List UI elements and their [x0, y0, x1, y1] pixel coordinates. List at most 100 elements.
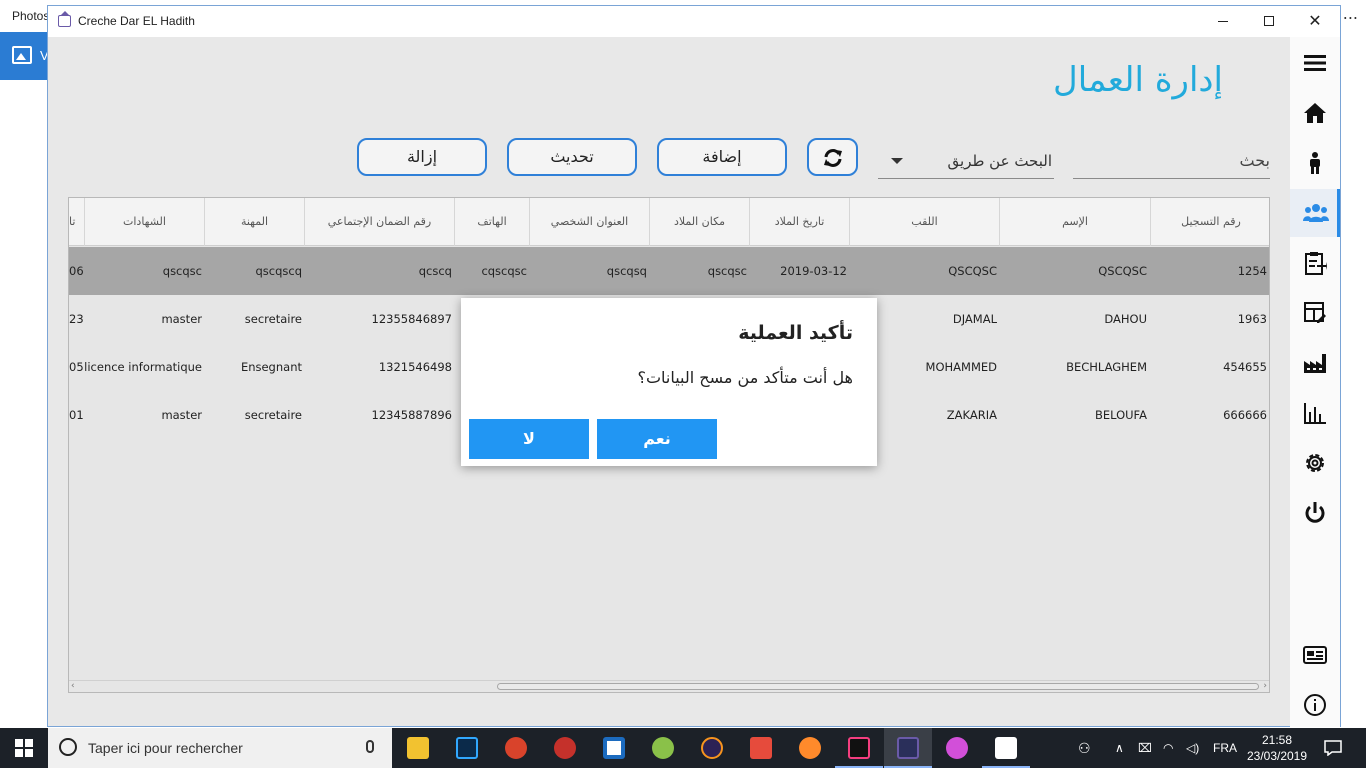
close-button[interactable]: ✕	[1292, 6, 1338, 37]
window-titlebar[interactable]: Creche Dar EL Hadith ✕	[48, 6, 1340, 37]
sidebar-item-settings[interactable]	[1290, 439, 1340, 487]
column-header[interactable]: الإسم	[999, 198, 1150, 246]
taskbar-search-box[interactable]: Taper ici pour rechercher	[48, 728, 392, 768]
sidebar-item-home[interactable]	[1290, 89, 1340, 137]
dropdown-arrow-icon	[891, 158, 903, 164]
language-indicator[interactable]: FRA	[1213, 728, 1237, 768]
taskbar-app-photoshop[interactable]	[443, 728, 491, 768]
search-input[interactable]	[1073, 143, 1270, 178]
horizontal-scrollbar[interactable]: ‹ ›	[69, 680, 1269, 692]
table-cell: BECHLAGHEM	[1066, 360, 1147, 374]
record-icon	[554, 737, 576, 759]
table-header: رقم التسجيل الإسم اللقب تاريخ الملاد مكا…	[69, 198, 1269, 246]
more-icon[interactable]: ...	[1343, 4, 1358, 23]
main-window: Creche Dar EL Hadith ✕ إدارة العمال البح…	[47, 5, 1341, 727]
search-field[interactable]	[1073, 143, 1270, 179]
volume-icon[interactable]: ◁)	[1186, 728, 1199, 768]
start-button[interactable]	[0, 728, 48, 768]
refresh-icon	[824, 149, 842, 167]
notification-icon[interactable]	[1324, 740, 1342, 756]
chevron-up-icon[interactable]: ∧	[1115, 728, 1124, 768]
photoshop-icon	[456, 737, 478, 759]
add-button[interactable]: إضافة	[657, 138, 787, 176]
taskbar-app-mega[interactable]	[590, 728, 638, 768]
clock-time: 21:58	[1261, 733, 1293, 747]
scroll-left-icon[interactable]: ‹	[71, 681, 75, 692]
table-cell: qscqscq	[255, 264, 302, 278]
taskbar-app-creche[interactable]	[884, 728, 932, 768]
users-icon	[1303, 204, 1329, 222]
column-header[interactable]: رقم الضمان الإجتماعي	[304, 198, 454, 246]
popcorn-icon	[750, 737, 772, 759]
taskbar-app-recorder[interactable]	[541, 728, 589, 768]
column-header[interactable]: تا	[69, 198, 84, 246]
taskbar-app-paint3d[interactable]	[933, 728, 981, 768]
confirm-dialog: تأكيد العملية هل أنت متأكد من مسح البيان…	[461, 298, 877, 466]
clock-date: 23/03/2019	[1246, 749, 1308, 763]
sidebar-item-logout[interactable]	[1290, 489, 1340, 537]
table-row[interactable]: 1254 QSCQSC QSCQSC 2019-03-12 qscqsc qsc…	[69, 247, 1269, 295]
clock[interactable]: 21:58 23/03/2019	[1244, 732, 1310, 764]
taskbar: Taper ici pour rechercher ⚇ ∧ ⌧ ◠ ◁) FRA…	[0, 728, 1366, 768]
taskbar-app-intellij[interactable]	[835, 728, 883, 768]
column-header[interactable]: المهنة	[204, 198, 304, 246]
update-button[interactable]: تحديث	[507, 138, 637, 176]
table-cell: 12345887896	[371, 408, 452, 422]
sidebar-item-about[interactable]	[1290, 681, 1340, 729]
menu-toggle[interactable]	[1290, 39, 1340, 87]
sidebar-item-news[interactable]	[1290, 631, 1340, 679]
column-header[interactable]: تاريخ الملاد	[749, 198, 849, 246]
column-header[interactable]: الهاتف	[454, 198, 529, 246]
taskbar-app-photos[interactable]	[982, 728, 1030, 768]
app-icon	[603, 737, 625, 759]
scrollbar-thumb[interactable]	[497, 683, 1259, 690]
column-header[interactable]: رقم التسجيل	[1150, 198, 1269, 246]
scroll-right-icon[interactable]: ›	[1263, 681, 1267, 692]
app-logo-icon	[58, 11, 71, 27]
sidebar-item-attendance[interactable]	[1290, 239, 1340, 287]
taskbar-app-owl[interactable]	[492, 728, 540, 768]
folder-icon	[407, 737, 429, 759]
app-logo-icon	[897, 737, 919, 759]
column-header[interactable]: مكان الملاد	[649, 198, 749, 246]
maximize-button[interactable]	[1246, 6, 1292, 37]
taskbar-app-eclipse[interactable]	[688, 728, 736, 768]
column-header[interactable]: الشهادات	[84, 198, 204, 246]
taskbar-app-firefox[interactable]	[786, 728, 834, 768]
taskbar-app-explorer[interactable]	[394, 728, 442, 768]
table-cell: secretaire	[244, 312, 302, 326]
table-cell: 23	[69, 312, 84, 326]
delete-button[interactable]: إزالة	[357, 138, 487, 176]
taskbar-app-popcorn[interactable]	[737, 728, 785, 768]
taskbar-app-android-studio[interactable]	[639, 728, 687, 768]
table-cell: licence informatique	[84, 360, 202, 374]
search-by-dropdown[interactable]: البحث عن طريق	[878, 143, 1054, 179]
table-cell: 1321546498	[378, 360, 452, 374]
image-icon[interactable]	[12, 46, 32, 64]
dialog-message: هل أنت متأكد من مسح البيانات؟	[637, 368, 853, 387]
table-cell: qscqsc	[707, 264, 747, 278]
clipboard-icon	[1305, 252, 1327, 275]
microphone-icon[interactable]	[366, 740, 374, 753]
sidebar-item-statistics[interactable]	[1290, 389, 1340, 437]
minimize-button[interactable]	[1200, 6, 1246, 37]
sidebar-item-children[interactable]	[1290, 139, 1340, 187]
window-title: Creche Dar EL Hadith	[78, 14, 195, 28]
table-cell: BELOUFA	[1094, 408, 1147, 422]
power-icon	[1305, 502, 1325, 523]
column-header[interactable]: العنوان الشخصي	[529, 198, 649, 246]
table-edit-icon	[1304, 302, 1326, 323]
yes-button[interactable]: نعم	[597, 419, 717, 459]
column-header[interactable]: اللقب	[849, 198, 999, 246]
sidebar-item-factory[interactable]	[1290, 339, 1340, 387]
device-icon[interactable]: ⌧	[1138, 728, 1152, 768]
sidebar-item-schedule[interactable]	[1290, 289, 1340, 337]
table-cell: DAHOU	[1104, 312, 1147, 326]
no-button[interactable]: لا	[469, 419, 589, 459]
refresh-button[interactable]	[807, 138, 858, 176]
table-cell: 454655	[1223, 360, 1267, 374]
sidebar-item-workers[interactable]	[1290, 189, 1340, 237]
background-app-title: Photos	[12, 9, 50, 23]
people-icon[interactable]: ⚇	[1078, 728, 1091, 768]
wifi-icon[interactable]: ◠	[1163, 728, 1173, 768]
